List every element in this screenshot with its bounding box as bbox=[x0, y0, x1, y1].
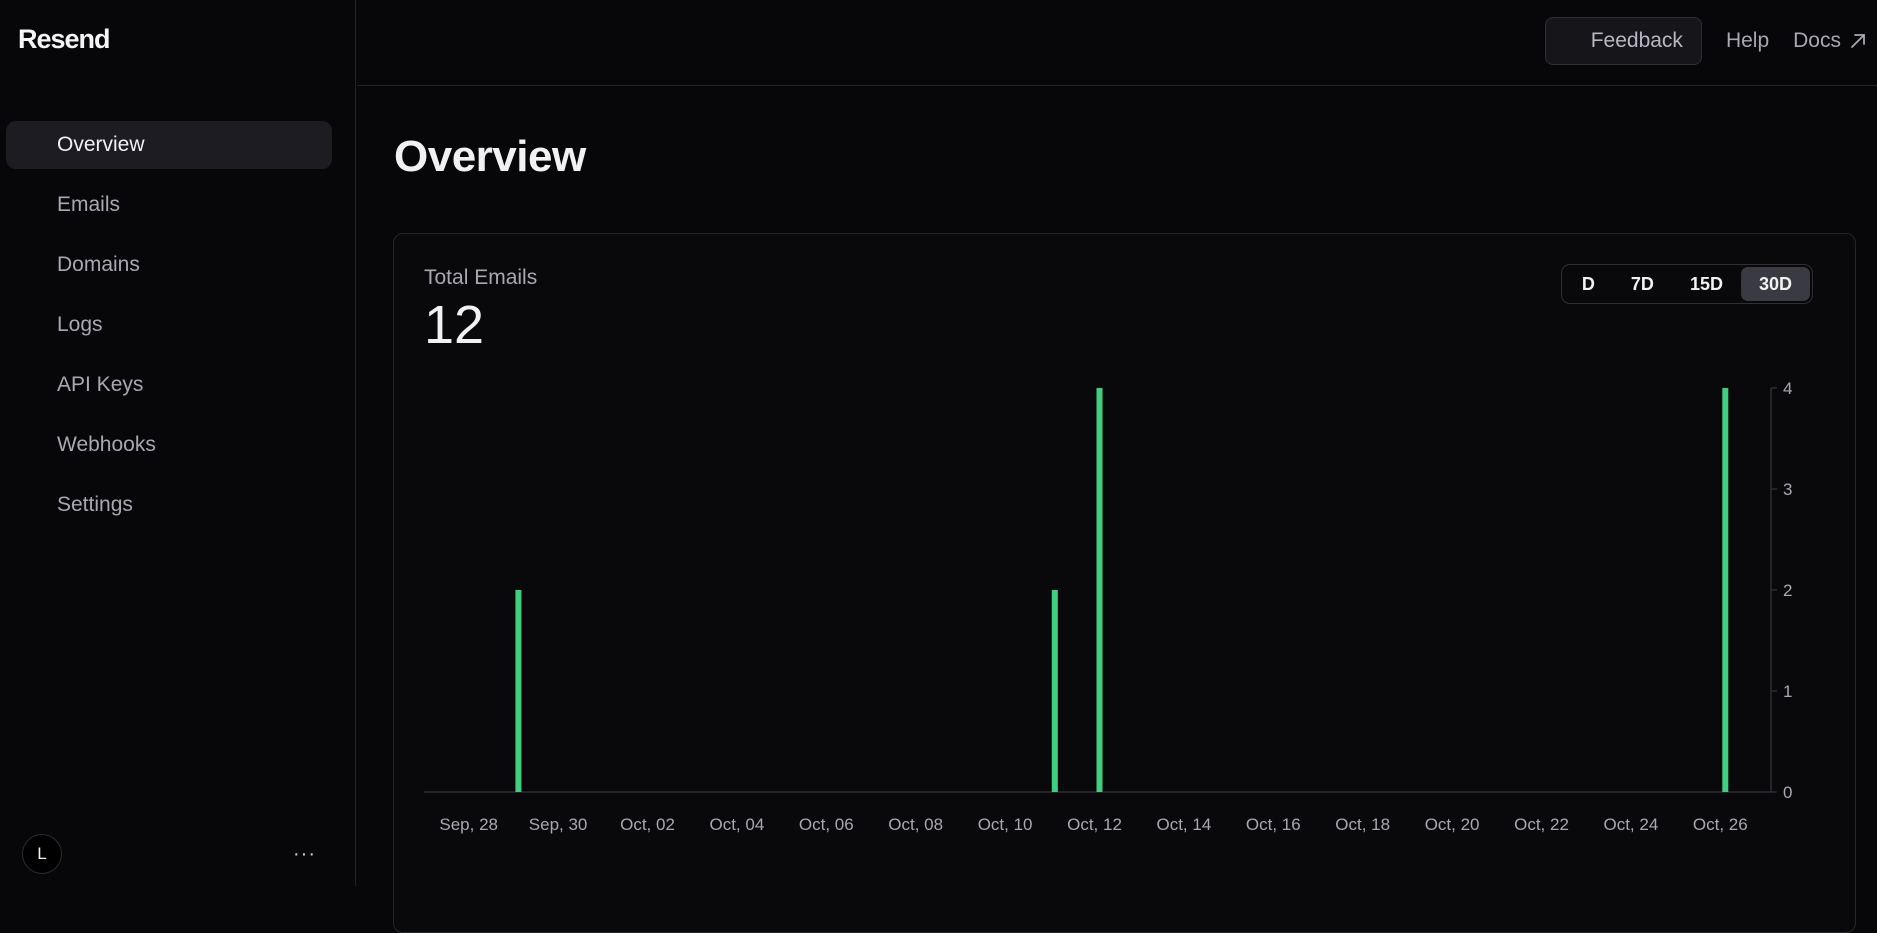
x-tick-label: Sep, 30 bbox=[529, 815, 588, 834]
x-tick-label: Oct, 06 bbox=[799, 815, 854, 834]
y-tick-label: 2 bbox=[1783, 581, 1792, 600]
sidebar-item-domains[interactable]: Domains bbox=[6, 241, 332, 289]
x-tick-label: Oct, 12 bbox=[1067, 815, 1122, 834]
x-tick-label: Oct, 26 bbox=[1693, 815, 1748, 834]
x-tick-label: Oct, 04 bbox=[709, 815, 764, 834]
total-emails-card: Total Emails 12 D 7D 15D 30D 0 1 2 3 4 Sep, 2… bbox=[393, 233, 1856, 933]
sidebar-footer: L ··· bbox=[22, 834, 328, 874]
sidebar-item-api-keys[interactable]: API Keys bbox=[6, 361, 332, 409]
chart-bar bbox=[1051, 590, 1058, 792]
sidebar-item-emails[interactable]: Emails bbox=[6, 181, 332, 229]
user-avatar[interactable]: L bbox=[22, 834, 62, 874]
sidebar-item-settings[interactable]: Settings bbox=[6, 481, 332, 529]
sidebar-item-webhooks[interactable]: Webhooks bbox=[6, 421, 332, 469]
chart-bar bbox=[1722, 388, 1729, 792]
chart-bar bbox=[1096, 388, 1103, 792]
page-title: Overview bbox=[394, 132, 586, 181]
topbar-actions: Feedback Help Docs bbox=[1544, 17, 1867, 65]
more-options-icon[interactable]: ··· bbox=[293, 843, 328, 866]
x-tick-label: Sep, 28 bbox=[439, 815, 498, 834]
app-logo[interactable]: Resend bbox=[18, 24, 111, 55]
y-tick-label: 1 bbox=[1783, 682, 1792, 701]
x-tick-label: Oct, 08 bbox=[888, 815, 943, 834]
x-tick-label: Oct, 10 bbox=[978, 815, 1033, 834]
sidebar-nav: Overview Emails Domains Logs API Keys We… bbox=[6, 121, 332, 541]
y-tick-label: 3 bbox=[1783, 480, 1792, 499]
x-tick-label: Oct, 02 bbox=[620, 815, 675, 834]
x-tick-label: Oct, 16 bbox=[1246, 815, 1301, 834]
docs-link[interactable]: Docs bbox=[1793, 29, 1867, 53]
emails-bar-chart: 0 1 2 3 4 Sep, 28 Sep, 30 Oct, 02 Oct, 04 Oct, 06… bbox=[424, 379, 1792, 834]
y-tick-label: 4 bbox=[1783, 379, 1792, 398]
docs-link-label: Docs bbox=[1793, 29, 1841, 52]
top-bar: Feedback Help Docs bbox=[357, 0, 1877, 86]
external-link-arrow-icon bbox=[1851, 34, 1865, 48]
help-link[interactable]: Help bbox=[1726, 29, 1769, 53]
x-tick-label: Oct, 20 bbox=[1425, 815, 1480, 834]
sidebar-item-logs[interactable]: Logs bbox=[6, 301, 332, 349]
x-tick-label: Oct, 24 bbox=[1603, 815, 1658, 834]
x-tick-label: Oct, 22 bbox=[1514, 815, 1569, 834]
y-tick-label: 0 bbox=[1783, 783, 1792, 802]
chart-bar bbox=[515, 590, 522, 792]
sidebar-item-overview[interactable]: Overview bbox=[6, 121, 332, 169]
x-tick-label: Oct, 18 bbox=[1335, 815, 1390, 834]
x-tick-label: Oct, 14 bbox=[1156, 815, 1211, 834]
sidebar: Resend Overview Emails Domains Logs API … bbox=[0, 0, 356, 886]
feedback-button[interactable]: Feedback bbox=[1544, 17, 1702, 65]
